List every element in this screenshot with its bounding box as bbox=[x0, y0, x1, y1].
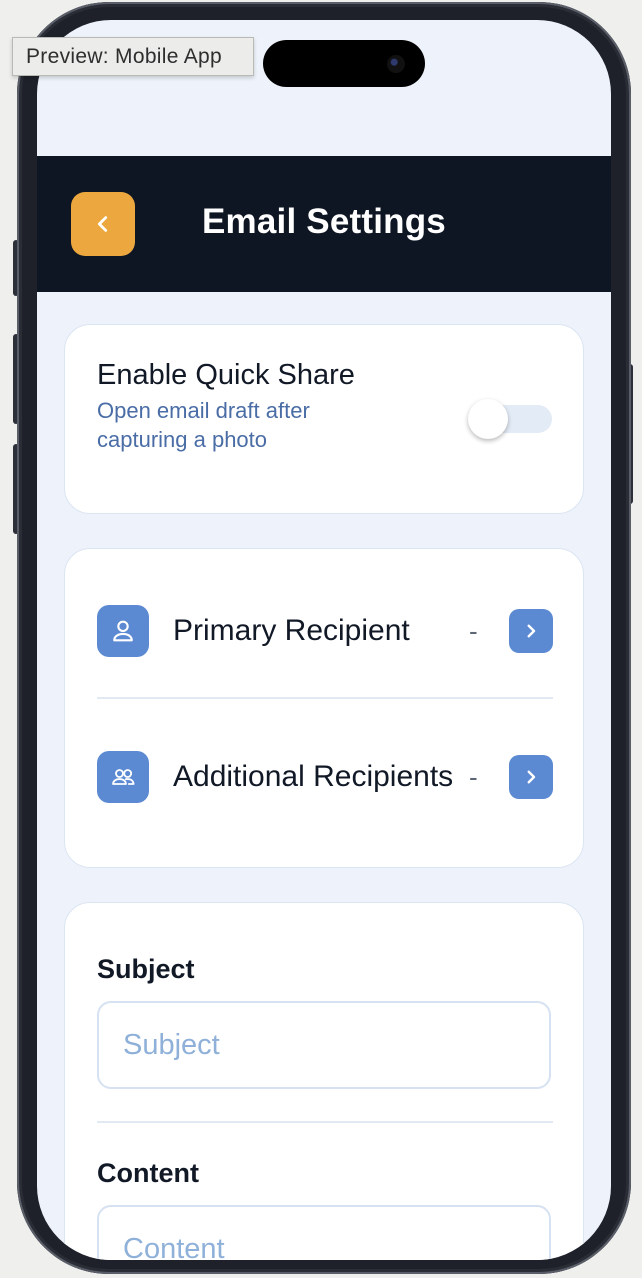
primary-recipient-label: Primary Recipient bbox=[173, 614, 410, 647]
content-label: Content bbox=[97, 1158, 199, 1188]
phone-screen: Email Settings Enable Quick Share Open e… bbox=[37, 20, 611, 1260]
recipients-divider bbox=[97, 697, 553, 699]
header-bar: Email Settings bbox=[37, 156, 611, 292]
email-template-card: Subject Content bbox=[64, 902, 584, 1260]
chevron-right-icon bbox=[527, 624, 536, 638]
phone-frame: Email Settings Enable Quick Share Open e… bbox=[17, 2, 631, 1274]
additional-recipients-value: - bbox=[469, 761, 478, 792]
subject-input[interactable] bbox=[97, 1001, 551, 1089]
preview-stage: Email Settings Enable Quick Share Open e… bbox=[0, 0, 642, 1278]
additional-recipients-row[interactable]: Additional Recipients - bbox=[97, 717, 553, 837]
chevron-right-icon bbox=[527, 770, 536, 784]
primary-recipient-row[interactable]: Primary Recipient - bbox=[97, 571, 553, 691]
form-divider bbox=[97, 1121, 553, 1123]
additional-recipients-label: Additional Recipients bbox=[173, 760, 454, 793]
dynamic-island bbox=[263, 40, 425, 87]
user-icon bbox=[97, 605, 149, 657]
camera-icon bbox=[387, 55, 405, 73]
primary-recipient-value: - bbox=[469, 615, 478, 646]
additional-recipients-chevron-button[interactable] bbox=[509, 755, 553, 799]
page-title: Email Settings bbox=[202, 202, 446, 241]
preview-tooltip: Preview: Mobile App bbox=[12, 37, 254, 76]
quick-share-description: Open email draft after capturing a photo bbox=[97, 398, 310, 452]
recipients-card: Primary Recipient - Additional Recipient… bbox=[64, 548, 584, 868]
quick-share-card: Enable Quick Share Open email draft afte… bbox=[64, 324, 584, 514]
primary-recipient-chevron-button[interactable] bbox=[509, 609, 553, 653]
users-icon bbox=[97, 751, 149, 803]
content-input[interactable] bbox=[97, 1205, 551, 1260]
toggle-knob bbox=[468, 399, 508, 439]
quick-share-toggle[interactable] bbox=[468, 399, 552, 439]
subject-label: Subject bbox=[97, 954, 195, 984]
quick-share-title: Enable Quick Share bbox=[97, 359, 355, 391]
